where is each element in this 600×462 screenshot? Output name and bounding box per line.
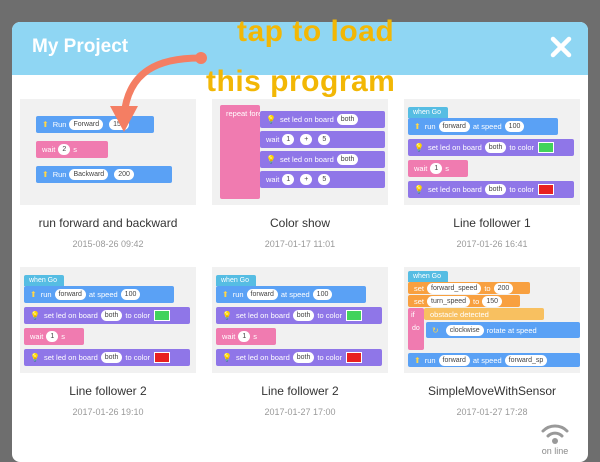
project-date: 2017-01-26 19:10 — [72, 407, 144, 417]
connection-label: on line — [541, 446, 569, 456]
project-date: 2017-01-17 11:01 — [264, 239, 336, 249]
project-thumbnail: when Go ⬆ run forward at speed 100 💡 set led … — [20, 267, 196, 373]
project-card[interactable]: when Go set forward_speed to 200 set turn_sp… — [404, 267, 580, 417]
project-name: Line follower 2 — [261, 384, 339, 398]
project-name: SimpleMoveWithSensor — [427, 384, 557, 398]
project-date: 2015-08-26 09:42 — [72, 239, 144, 249]
project-thumbnail: when Go set forward_speed to 200 set turn_sp… — [404, 267, 580, 373]
project-thumbnail: when Go ⬆ run forward at speed 100 💡 set led … — [404, 99, 580, 205]
project-card[interactable]: when Go ⬆ run forward at speed 100 💡 set led … — [404, 99, 580, 249]
close-icon[interactable] — [546, 32, 576, 62]
project-name: Color show — [269, 216, 331, 230]
project-card[interactable]: repeat forever 💡 set led on board both wai… — [212, 99, 388, 249]
project-thumbnail: when Go ⬆ run forward at speed 100 💡 set led … — [212, 267, 388, 373]
project-name: run forward and backward — [38, 216, 178, 230]
hint-text-line2: this program — [206, 65, 396, 98]
project-date: 2017-01-27 17:28 — [456, 407, 528, 417]
project-card[interactable]: ⬆ Run Forward 150 wait 2 s ⬆ Run Backward 200 ru… — [20, 99, 196, 249]
project-name: Line follower 2 — [69, 384, 147, 398]
project-name: Line follower 1 — [453, 216, 531, 230]
dialog-title: My Project — [32, 36, 129, 57]
project-thumbnail: ⬆ Run Forward 150 wait 2 s ⬆ Run Backward 200 — [20, 99, 196, 205]
project-date: 2017-01-26 16:41 — [456, 239, 528, 249]
connection-status: on line — [530, 422, 580, 456]
hint-text-line1: tap to load — [237, 15, 395, 48]
project-card[interactable]: when Go ⬆ run forward at speed 100 💡 set led … — [212, 267, 388, 417]
wifi-icon — [541, 424, 569, 444]
project-date: 2017-01-27 17:00 — [264, 407, 336, 417]
project-card[interactable]: when Go ⬆ run forward at speed 100 💡 set led … — [20, 267, 196, 417]
project-thumbnail: repeat forever 💡 set led on board both wai… — [212, 99, 388, 205]
